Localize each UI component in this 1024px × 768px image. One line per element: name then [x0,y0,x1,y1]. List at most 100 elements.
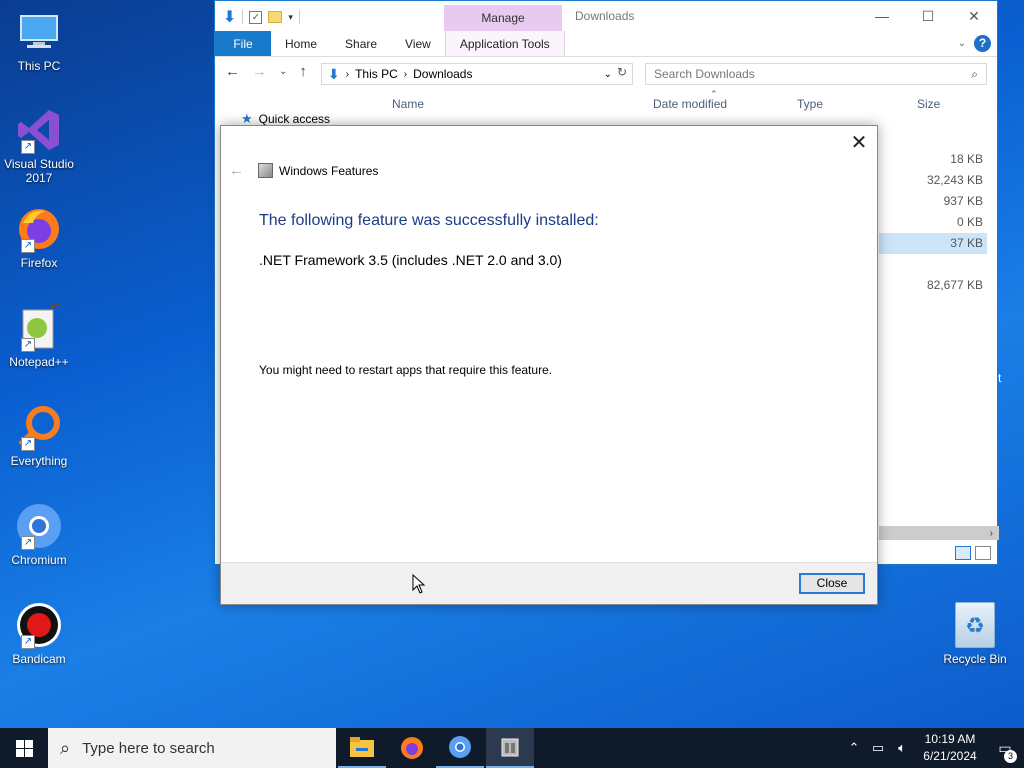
taskbar-app-file-explorer[interactable] [338,728,386,768]
monitor-icon [15,8,63,56]
dialog-footer: Close [221,562,877,604]
close-icon[interactable]: ✕ [849,130,869,155]
view-toggle-buttons [955,546,991,560]
back-arrow-icon[interactable]: ← [229,162,244,179]
recycle-bin-icon: ♻ [955,602,995,648]
mouse-cursor-icon [412,574,426,594]
tab-home[interactable]: Home [271,31,331,56]
chevron-up-icon[interactable]: ⌃ [842,740,866,756]
notification-count-badge: 3 [1004,749,1017,763]
taskbar-app-windows-features[interactable] [486,728,534,768]
quick-access-toolbar: ⬇ ✓ ▾ [223,7,300,27]
shortcut-arrow-icon: ↗ [21,437,35,451]
chromium-icon: ↗ [15,502,63,550]
taskbar-search-placeholder: Type here to search [82,739,215,757]
desktop-icon-notepadpp[interactable]: ↗ Notepad++ [4,303,74,369]
qat-dropdown-icon[interactable]: ▾ [288,12,293,23]
search-input[interactable]: Search Downloads ⌕ [645,63,987,85]
tab-application-tools[interactable]: Application Tools [444,31,565,56]
action-center-button[interactable]: ▭ 3 [986,740,1024,763]
desktop-icon-recycle-bin[interactable]: ♻ Recycle Bin [940,602,1010,666]
taskbar-app-firefox[interactable] [388,728,436,768]
new-folder-icon[interactable] [268,11,283,23]
breadcrumb-separator-icon: › [403,68,408,80]
shortcut-arrow-icon: ↗ [21,338,35,352]
start-button[interactable] [0,728,48,768]
back-arrow-icon[interactable]: ← [225,63,240,81]
scroll-right-icon[interactable]: › [990,528,993,539]
windows-features-icon [501,738,519,757]
ribbon-right-controls: ⌄ ? [958,35,991,52]
windows-features-icon [258,163,273,178]
desktop-icon-label: Chromium [11,553,67,567]
recent-locations-icon[interactable]: ⌄ [279,63,287,81]
tab-file[interactable]: File [215,31,271,56]
tab-view[interactable]: View [391,31,445,56]
desktop-icon-bandicam[interactable]: ↗ Bandicam [4,601,74,666]
desktop-icon-chromium[interactable]: ↗ Chromium [4,502,74,567]
column-header-type[interactable]: Type [797,97,823,111]
large-icons-view-icon[interactable] [975,546,991,560]
desktop-icon-visual-studio[interactable]: ↗ Visual Studio 2017 [4,106,74,185]
details-view-icon[interactable] [955,546,971,560]
clock[interactable]: 10:19 AM 6/21/2024 [914,731,986,765]
properties-icon[interactable]: ✓ [249,10,263,24]
window-title: Downloads [575,9,635,23]
system-tray: ⌃ ▭ 🔈︎ 10:19 AM 6/21/2024 ▭ 3 [842,728,1024,768]
breadcrumb-downloads[interactable]: Downloads [413,67,472,81]
desktop-icon-label: This PC [17,59,61,73]
occluded-text-fragment: t [998,371,1002,385]
minimize-icon[interactable]: — [859,1,905,31]
tab-manage[interactable]: Manage [444,5,562,31]
file-size-cell-selected[interactable]: 37 KB [879,233,987,254]
network-icon[interactable]: ▭ [866,740,890,756]
column-header-date-modified[interactable]: Date modified [653,97,727,111]
dialog-title-row: Windows Features [258,163,378,178]
download-arrow-icon[interactable]: ⬇ [223,7,236,27]
forward-arrow-icon[interactable]: → [252,63,267,81]
window-controls: — ☐ ✕ [859,1,997,31]
divider [298,10,300,24]
desktop-icon-label: Visual Studio 2017 [4,157,74,185]
explorer-titlebar[interactable]: ⬇ ✓ ▾ Manage Downloads — ☐ ✕ [215,1,997,31]
breadcrumb-separator-icon: › [345,68,350,80]
dialog-title: Windows Features [279,163,379,178]
clock-time: 10:19 AM [924,732,976,746]
search-magnifier-icon: ↗ [15,403,63,451]
desktop-icon-everything[interactable]: ↗ Everything [4,403,74,468]
column-headers: Name ⌃ Date modified Type Size [215,89,999,115]
sidebar-item-label: Quick access [258,112,331,126]
close-button[interactable]: Close [799,573,865,594]
breadcrumb-this-pc[interactable]: This PC [355,67,398,81]
clock-date: 6/21/2024 [923,749,977,763]
desktop-icon-this-pc[interactable]: This PC [4,8,74,73]
desktop-icon-label: Everything [10,454,68,468]
volume-icon[interactable]: 🔈︎ [890,740,914,756]
firefox-icon: ↗ [15,205,63,253]
tab-share[interactable]: Share [331,31,391,56]
shortcut-arrow-icon: ↗ [21,635,35,649]
windows-logo-icon [15,739,33,757]
taskbar-app-chromium[interactable] [436,728,484,768]
address-dropdown-icon[interactable]: ⌄ [604,69,612,80]
maximize-icon[interactable]: ☐ [905,1,951,31]
desktop-icon-label: Firefox [20,256,58,270]
search-icon: ⌕ [60,737,71,758]
address-box[interactable]: ⬇ › This PC › Downloads ⌄ [321,63,633,85]
taskbar-search-input[interactable]: ⌕ Type here to search [48,728,336,768]
refresh-icon[interactable]: ↻ [617,65,627,79]
file-size-cell: 82,677 KB [926,278,983,292]
navigation-buttons: ← → ⌄ ↑ [225,63,307,81]
desktop-icon-firefox[interactable]: ↗ Firefox [4,205,74,270]
expand-ribbon-icon[interactable]: ⌄ [958,38,966,49]
close-window-icon[interactable]: ✕ [951,1,997,31]
column-header-name[interactable]: Name [392,97,424,111]
horizontal-scrollbar[interactable] [879,526,999,540]
restart-note: You might need to restart apps that requ… [259,363,553,377]
help-icon[interactable]: ? [974,35,991,52]
up-arrow-icon[interactable]: ↑ [299,63,307,81]
windows-features-dialog[interactable]: ✕ ← Windows Features The following featu… [220,125,878,605]
file-explorer-icon [350,737,374,757]
column-header-size[interactable]: Size [917,97,940,111]
download-folder-icon: ⬇ [328,65,340,82]
